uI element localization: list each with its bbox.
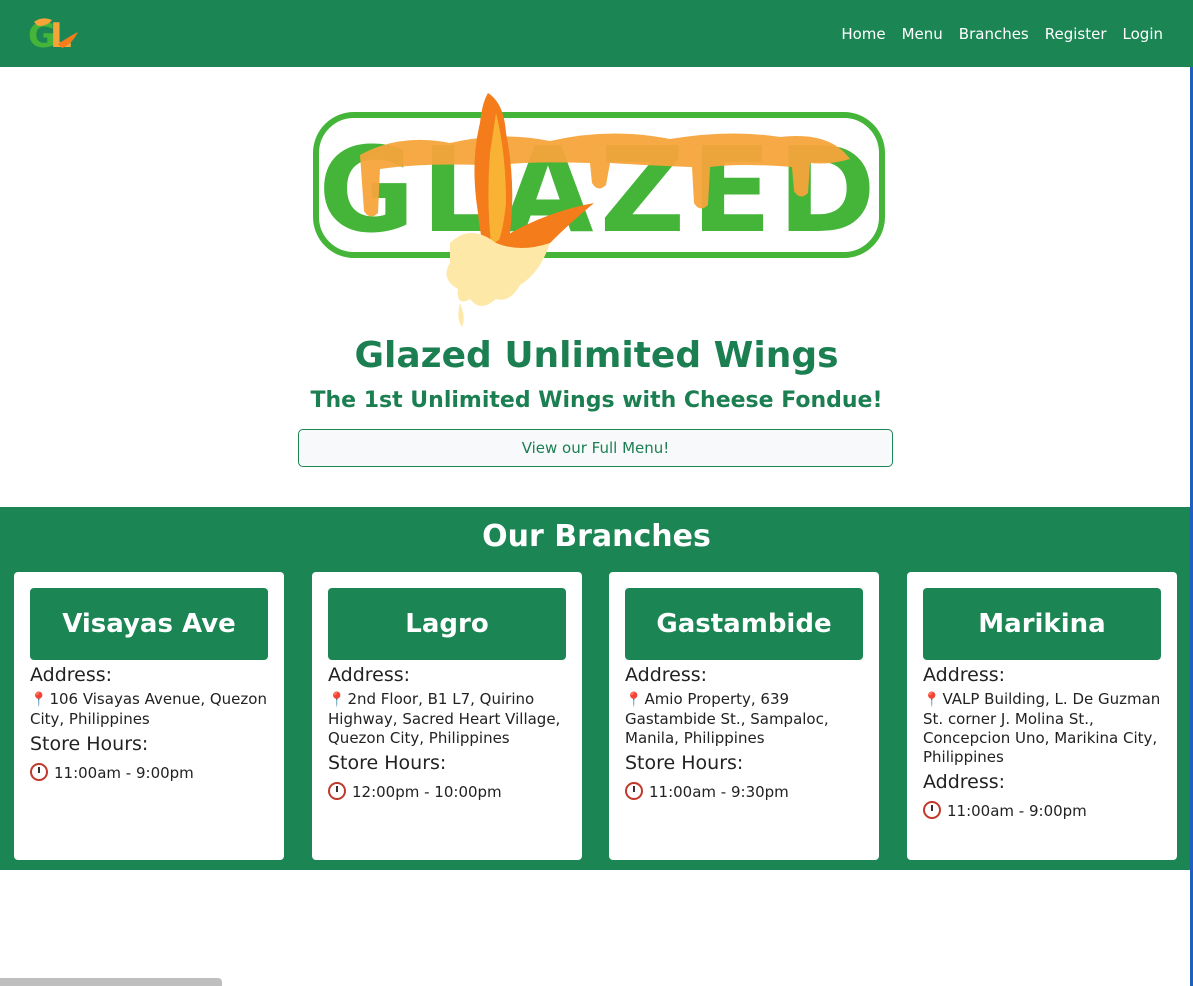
branch-hours: 11:00am - 9:30pm	[625, 782, 863, 801]
view-menu-button[interactable]: View our Full Menu!	[298, 429, 893, 467]
alarm-clock-icon	[923, 801, 941, 819]
hours-text: 12:00pm - 10:00pm	[352, 783, 502, 801]
hours-text: 11:00am - 9:30pm	[649, 783, 789, 801]
branch-hours: 12:00pm - 10:00pm	[328, 782, 566, 801]
branch-card: Lagro Address: 📍 2nd Floor, B1 L7, Quirin…	[312, 572, 582, 860]
nav-links: Home Menu Branches Register Login	[841, 25, 1163, 43]
branch-name[interactable]: Gastambide	[625, 588, 863, 660]
address-label: Address:	[328, 664, 411, 686]
branches-title: Our Branches	[482, 519, 711, 554]
page-subtitle: The 1st Unlimited Wings with Cheese Fond…	[310, 388, 883, 413]
pin-icon: 📍	[625, 692, 643, 708]
address-label: Address:	[30, 664, 113, 686]
glazed-logo-large: GLAZED	[313, 93, 885, 327]
address-text: 106 Visayas Avenue, Quezon City, Philipp…	[30, 690, 267, 728]
address-text: 2nd Floor, B1 L7, Quirino Highway, Sacre…	[328, 690, 561, 747]
branch-address: 📍 2nd Floor, B1 L7, Quirino Highway, Sacr…	[328, 690, 566, 748]
address-text: VALP Building, L. De Guzman St. corner J…	[923, 690, 1161, 766]
nav-login[interactable]: Login	[1123, 25, 1163, 43]
branch-name[interactable]: Lagro	[328, 588, 566, 660]
hours-label: Store Hours:	[328, 752, 447, 774]
branch-name[interactable]: Marikina	[923, 588, 1161, 660]
branch-address: 📍 106 Visayas Avenue, Quezon City, Philip…	[30, 690, 268, 729]
branch-hours: 11:00am - 9:00pm	[30, 763, 268, 782]
hours-label: Address:	[923, 771, 1006, 793]
page-title: Glazed Unlimited Wings	[354, 335, 839, 376]
branch-name[interactable]: Visayas Ave	[30, 588, 268, 660]
branch-card: Gastambide Address: 📍 Amio Property, 639 …	[609, 572, 879, 860]
hours-label: Store Hours:	[30, 733, 149, 755]
address-label: Address:	[625, 664, 708, 686]
branch-card: Marikina Address: 📍 VALP Building, L. De …	[907, 572, 1177, 860]
address-label: Address:	[923, 664, 1006, 686]
pin-icon: 📍	[30, 692, 48, 708]
branch-address: 📍 Amio Property, 639 Gastambide St., Samp…	[625, 690, 863, 748]
alarm-clock-icon	[328, 782, 346, 800]
alarm-clock-icon	[625, 782, 643, 800]
pin-icon: 📍	[923, 692, 941, 708]
branch-card: Visayas Ave Address: 📍 106 Visayas Avenue…	[14, 572, 284, 860]
branch-address: 📍 VALP Building, L. De Guzman St. corner …	[923, 690, 1161, 767]
address-text: Amio Property, 639 Gastambide St., Sampa…	[625, 690, 829, 747]
branch-hours: 11:00am - 9:00pm	[923, 801, 1161, 820]
pin-icon: 📍	[328, 692, 346, 708]
hero-section: GLAZED Glazed Unlimited Wings The 1st Un…	[0, 67, 1193, 507]
status-bar	[0, 978, 222, 986]
svg-text:L: L	[50, 16, 72, 54]
nav-branches[interactable]: Branches	[959, 25, 1029, 43]
hours-text: 11:00am - 9:00pm	[54, 764, 194, 782]
navbar: G L Home Menu Branches Register Login	[0, 0, 1193, 67]
branches-section: Our Branches Visayas Ave Address: 📍 106 V…	[0, 507, 1193, 870]
hours-label: Store Hours:	[625, 752, 744, 774]
nav-menu[interactable]: Menu	[902, 25, 943, 43]
nav-home[interactable]: Home	[841, 25, 885, 43]
nav-register[interactable]: Register	[1045, 25, 1107, 43]
glazed-logo-small[interactable]: G L	[28, 14, 80, 54]
hours-text: 11:00am - 9:00pm	[947, 802, 1087, 820]
alarm-clock-icon	[30, 763, 48, 781]
